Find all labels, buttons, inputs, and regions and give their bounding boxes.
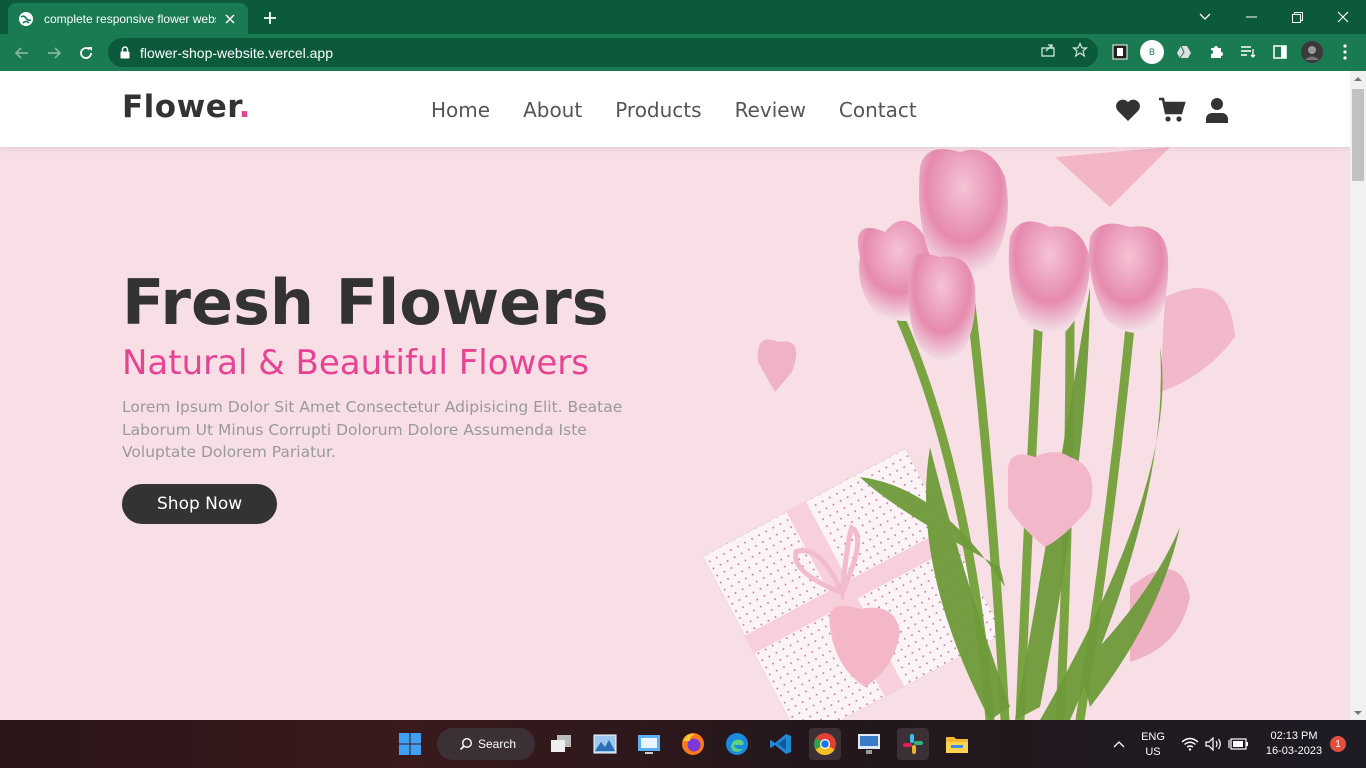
back-button[interactable] [9,40,35,66]
region-code: US [1145,746,1161,758]
nav-contact[interactable]: Contact [839,98,917,122]
remote-desktop-icon[interactable] [853,728,885,760]
hero-subtitle: Natural & Beautiful Flowers [122,343,589,383]
profile-avatar[interactable]: B [1140,40,1164,64]
scroll-up-arrow-icon[interactable] [1350,72,1366,86]
drive-extension-icon[interactable] [1173,41,1195,63]
photos-app-icon[interactable] [589,728,621,760]
user-avatar[interactable] [1301,41,1323,63]
heart-icon[interactable] [1114,96,1142,124]
logo-dot: . [238,89,251,125]
nav-home[interactable]: Home [431,98,490,122]
battery-icon[interactable] [1228,728,1248,760]
clock[interactable]: 02:13 PM 16-03-2023 [1256,729,1332,759]
tab-title: complete responsive flower webs [44,11,216,26]
chrome-icon[interactable] [809,728,841,760]
slack-icon[interactable] [897,728,929,760]
show-hidden-icons-chevron-icon[interactable] [1103,728,1135,760]
nav-about[interactable]: About [523,98,582,122]
tab-search-chevron-icon[interactable] [1182,0,1228,34]
side-panel-icon[interactable] [1269,41,1291,63]
hero-content: Fresh Flowers Natural & Beautiful Flower… [122,267,642,524]
vscode-icon[interactable] [765,728,797,760]
logo-text: Flower [122,89,239,125]
notification-badge[interactable]: 1 [1330,736,1346,752]
hero-description: Lorem Ipsum Dolor Sit Amet Consectetur A… [122,398,623,461]
wifi-icon[interactable] [1180,728,1200,760]
edge-icon[interactable] [721,728,753,760]
close-window-button[interactable] [1320,0,1366,34]
volume-icon[interactable] [1204,728,1224,760]
reading-list-icon[interactable] [1237,41,1259,63]
address-bar[interactable]: flower-shop-website.vercel.app [108,38,1098,67]
user-icon[interactable] [1203,96,1231,124]
globe-icon [18,11,34,27]
main-nav: Home About Products Review Contact [431,98,950,122]
browser-toolbar: flower-shop-website.vercel.app B [0,34,1366,71]
nav-products[interactable]: Products [615,98,701,122]
puzzle-extensions-icon[interactable] [1205,41,1227,63]
menu-kebab-icon[interactable] [1334,41,1356,63]
close-tab-icon[interactable] [222,11,238,27]
scrollbar-thumb[interactable] [1352,89,1364,181]
share-icon[interactable] [1036,38,1060,62]
shop-now-button[interactable]: Shop Now [122,483,278,524]
hero-title: Fresh Flowers [122,266,609,339]
new-tab-button[interactable] [258,6,282,30]
site-logo[interactable]: Flower. [122,89,251,125]
extension-icon[interactable] [1109,41,1131,63]
task-view-icon[interactable] [545,728,577,760]
windows-taskbar: Search ENG US 02:13 PM 16-03-2023 [0,720,1366,768]
restore-button[interactable] [1274,0,1320,34]
webpage-viewport: Flower. Home About Products Review Conta… [0,71,1350,720]
taskbar-search-label: Search [478,737,517,751]
clock-date: 16-03-2023 [1265,745,1323,757]
language-indicator[interactable]: ENG US [1138,730,1168,760]
file-explorer-icon[interactable] [941,728,973,760]
reload-button[interactable] [73,40,99,66]
browser-tab[interactable]: complete responsive flower webs [8,3,248,34]
scroll-down-arrow-icon[interactable] [1350,706,1366,720]
nav-review[interactable]: Review [735,98,806,122]
browser-tab-strip: complete responsive flower webs [0,0,1366,34]
lock-icon [120,46,130,59]
page-scrollbar[interactable] [1350,71,1366,720]
windows-start-icon[interactable] [394,728,426,760]
hero-flowers-image [701,147,1235,720]
control-panel-icon[interactable] [633,728,665,760]
search-icon [459,737,473,751]
site-header: Flower. Home About Products Review Conta… [0,71,1350,147]
cart-icon[interactable] [1158,96,1186,124]
bookmark-star-icon[interactable] [1068,38,1092,62]
forward-button[interactable] [41,40,67,66]
firefox-icon[interactable] [677,728,709,760]
profile-initial: B [1148,47,1155,57]
minimize-button[interactable] [1228,0,1274,34]
clock-time: 02:13 PM [1270,730,1318,742]
taskbar-search[interactable]: Search [437,728,535,760]
language-code: ENG [1141,731,1165,743]
url-text: flower-shop-website.vercel.app [140,44,333,61]
